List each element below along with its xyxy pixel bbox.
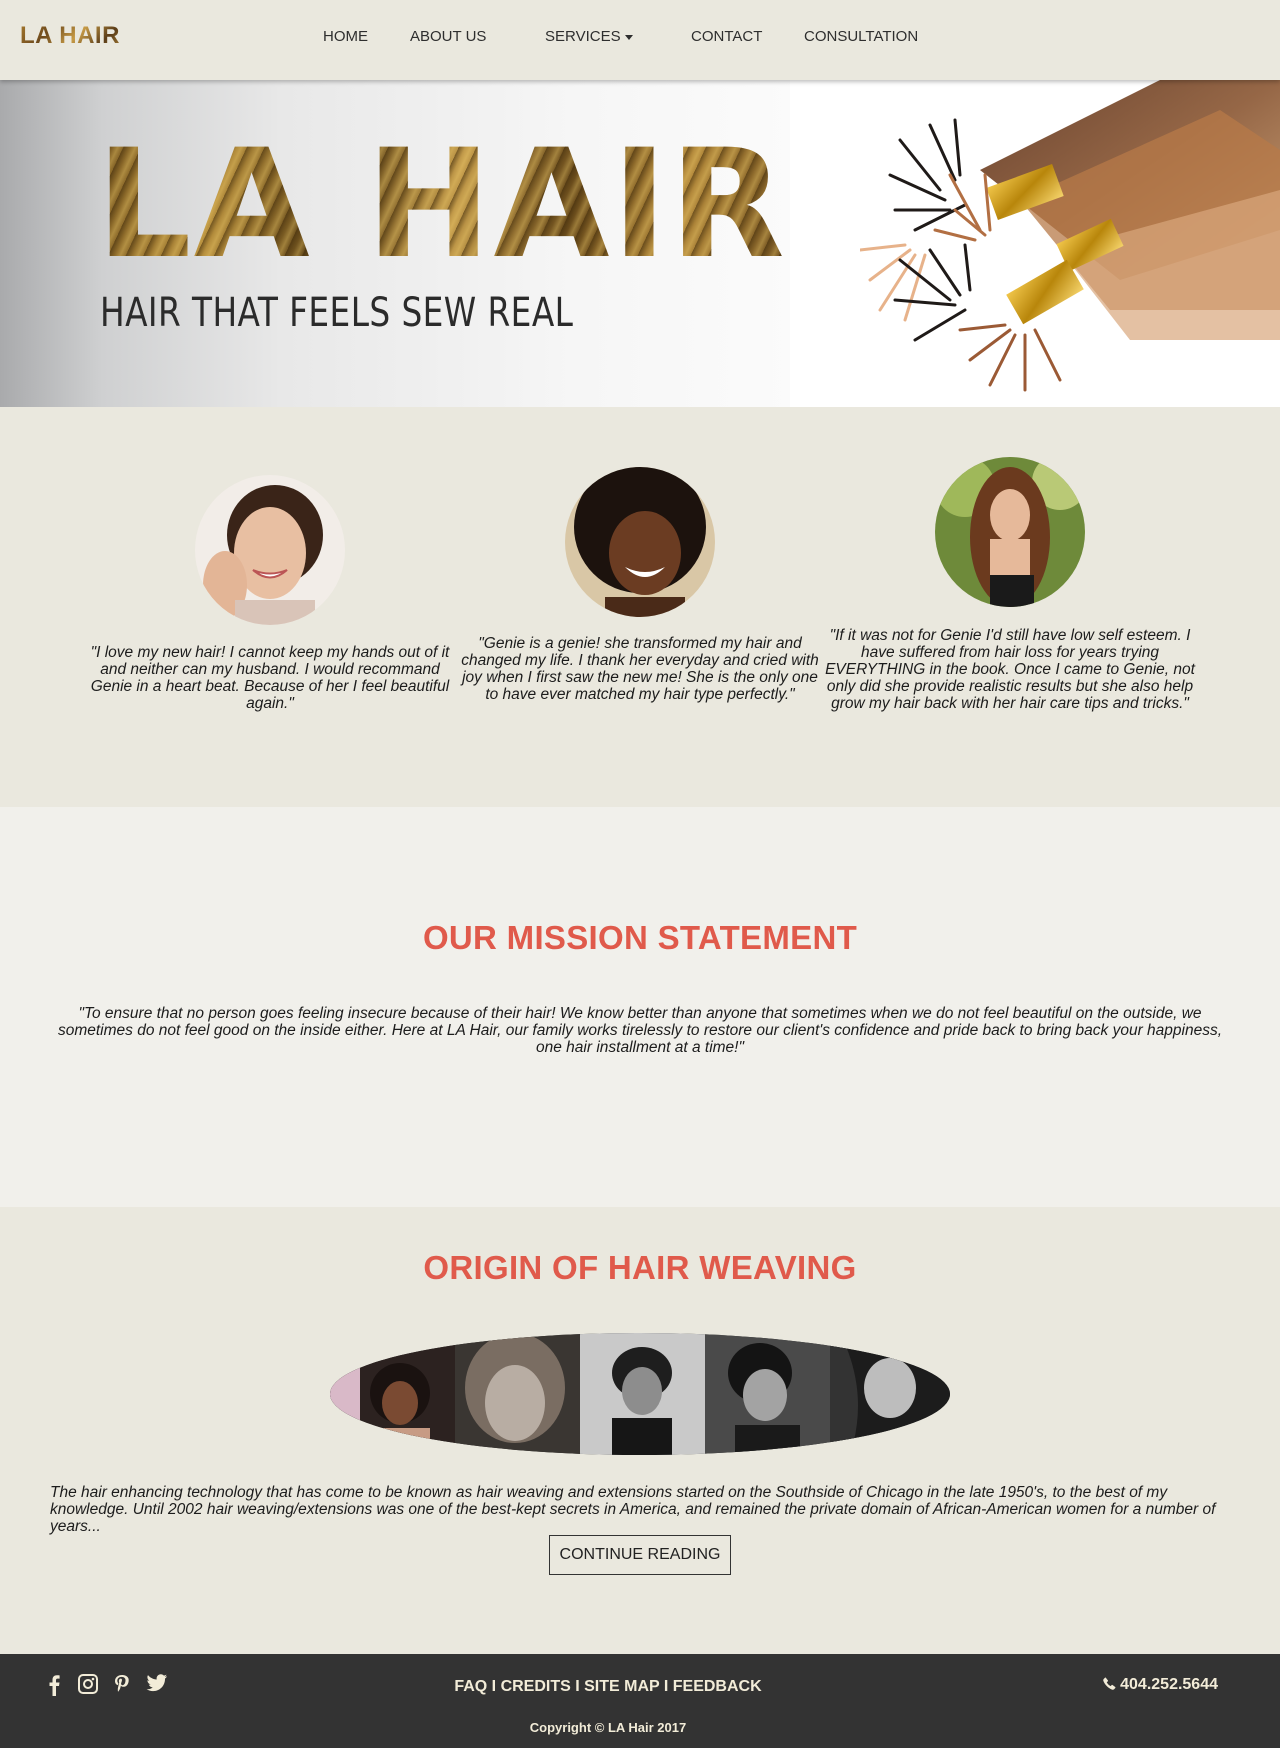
continue-reading-button[interactable]: CONTINUE READING — [549, 1535, 731, 1575]
collage-photo-5 — [830, 1333, 950, 1455]
nav-contact[interactable]: CONTACT — [691, 28, 762, 45]
testimonial-quote: "If it was not for Genie I'd still have … — [825, 627, 1195, 712]
hair-extension-bundles-image — [860, 80, 1280, 392]
testimonial-avatar-1 — [195, 475, 345, 625]
testimonial-avatar-2 — [565, 467, 715, 617]
testimonial-avatar-3 — [935, 457, 1085, 607]
collage-photo-4 — [705, 1333, 830, 1455]
hero-banner: LA HAIR HAIR THAT FEELS SEW REAL — [0, 80, 1280, 407]
testimonial-1: "I love my new hair! I cannot keep my ha… — [85, 644, 455, 712]
testimonial-3: "If it was not for Genie I'd still have … — [825, 627, 1195, 712]
testimonials-section: "I love my new hair! I cannot keep my ha… — [0, 407, 1280, 807]
top-navbar: LA HAIR HOME ABOUT US SERVICES CONTACT C… — [0, 0, 1280, 80]
phone-number[interactable]: 404.252.5644 — [1102, 1676, 1218, 1694]
copyright: Copyright © LA Hair 2017 — [529, 1720, 687, 1735]
origin-text: The hair enhancing technology that has c… — [50, 1484, 1216, 1535]
phone-number-text: 404.252.5644 — [1120, 1676, 1218, 1693]
phone-icon — [1102, 1677, 1116, 1690]
footer-links[interactable]: FAQ I CREDITS I SITE MAP I FEEDBACK — [0, 1678, 1216, 1696]
origin-section: ORIGIN OF HAIR WEAVING The hair enhancin… — [0, 1207, 1280, 1654]
mission-section: OUR MISSION STATEMENT "To ensure that no… — [0, 807, 1280, 1207]
testimonial-2: "Genie is a genie! she transformed my ha… — [455, 635, 825, 703]
historic-women-photo-collage — [330, 1333, 950, 1455]
mission-text: "To ensure that no person goes feeling i… — [57, 1005, 1223, 1056]
collage-photo-1 — [330, 1333, 455, 1455]
nav-home[interactable]: HOME — [323, 28, 368, 45]
site-logo[interactable]: LA HAIR — [20, 22, 120, 50]
footer: FAQ I CREDITS I SITE MAP I FEEDBACK 404.… — [0, 1654, 1280, 1748]
caret-down-icon — [624, 34, 633, 40]
hero-title: LA HAIR — [96, 118, 787, 292]
collage-photo-3 — [580, 1333, 705, 1455]
hero-subtitle: HAIR THAT FEELS SEW REAL — [100, 290, 574, 336]
testimonial-quote: "I love my new hair! I cannot keep my ha… — [90, 644, 450, 712]
testimonial-quote: "Genie is a genie! she transformed my ha… — [461, 635, 819, 703]
origin-title: ORIGIN OF HAIR WEAVING — [423, 1249, 857, 1286]
mission-title: OUR MISSION STATEMENT — [422, 919, 858, 956]
nav-about-us[interactable]: ABOUT US — [410, 28, 486, 45]
collage-photo-2 — [455, 1333, 580, 1455]
nav-services-label: SERVICES — [545, 28, 621, 45]
nav-consultation[interactable]: CONSULTATION — [804, 28, 918, 45]
nav-services[interactable]: SERVICES — [545, 28, 633, 45]
